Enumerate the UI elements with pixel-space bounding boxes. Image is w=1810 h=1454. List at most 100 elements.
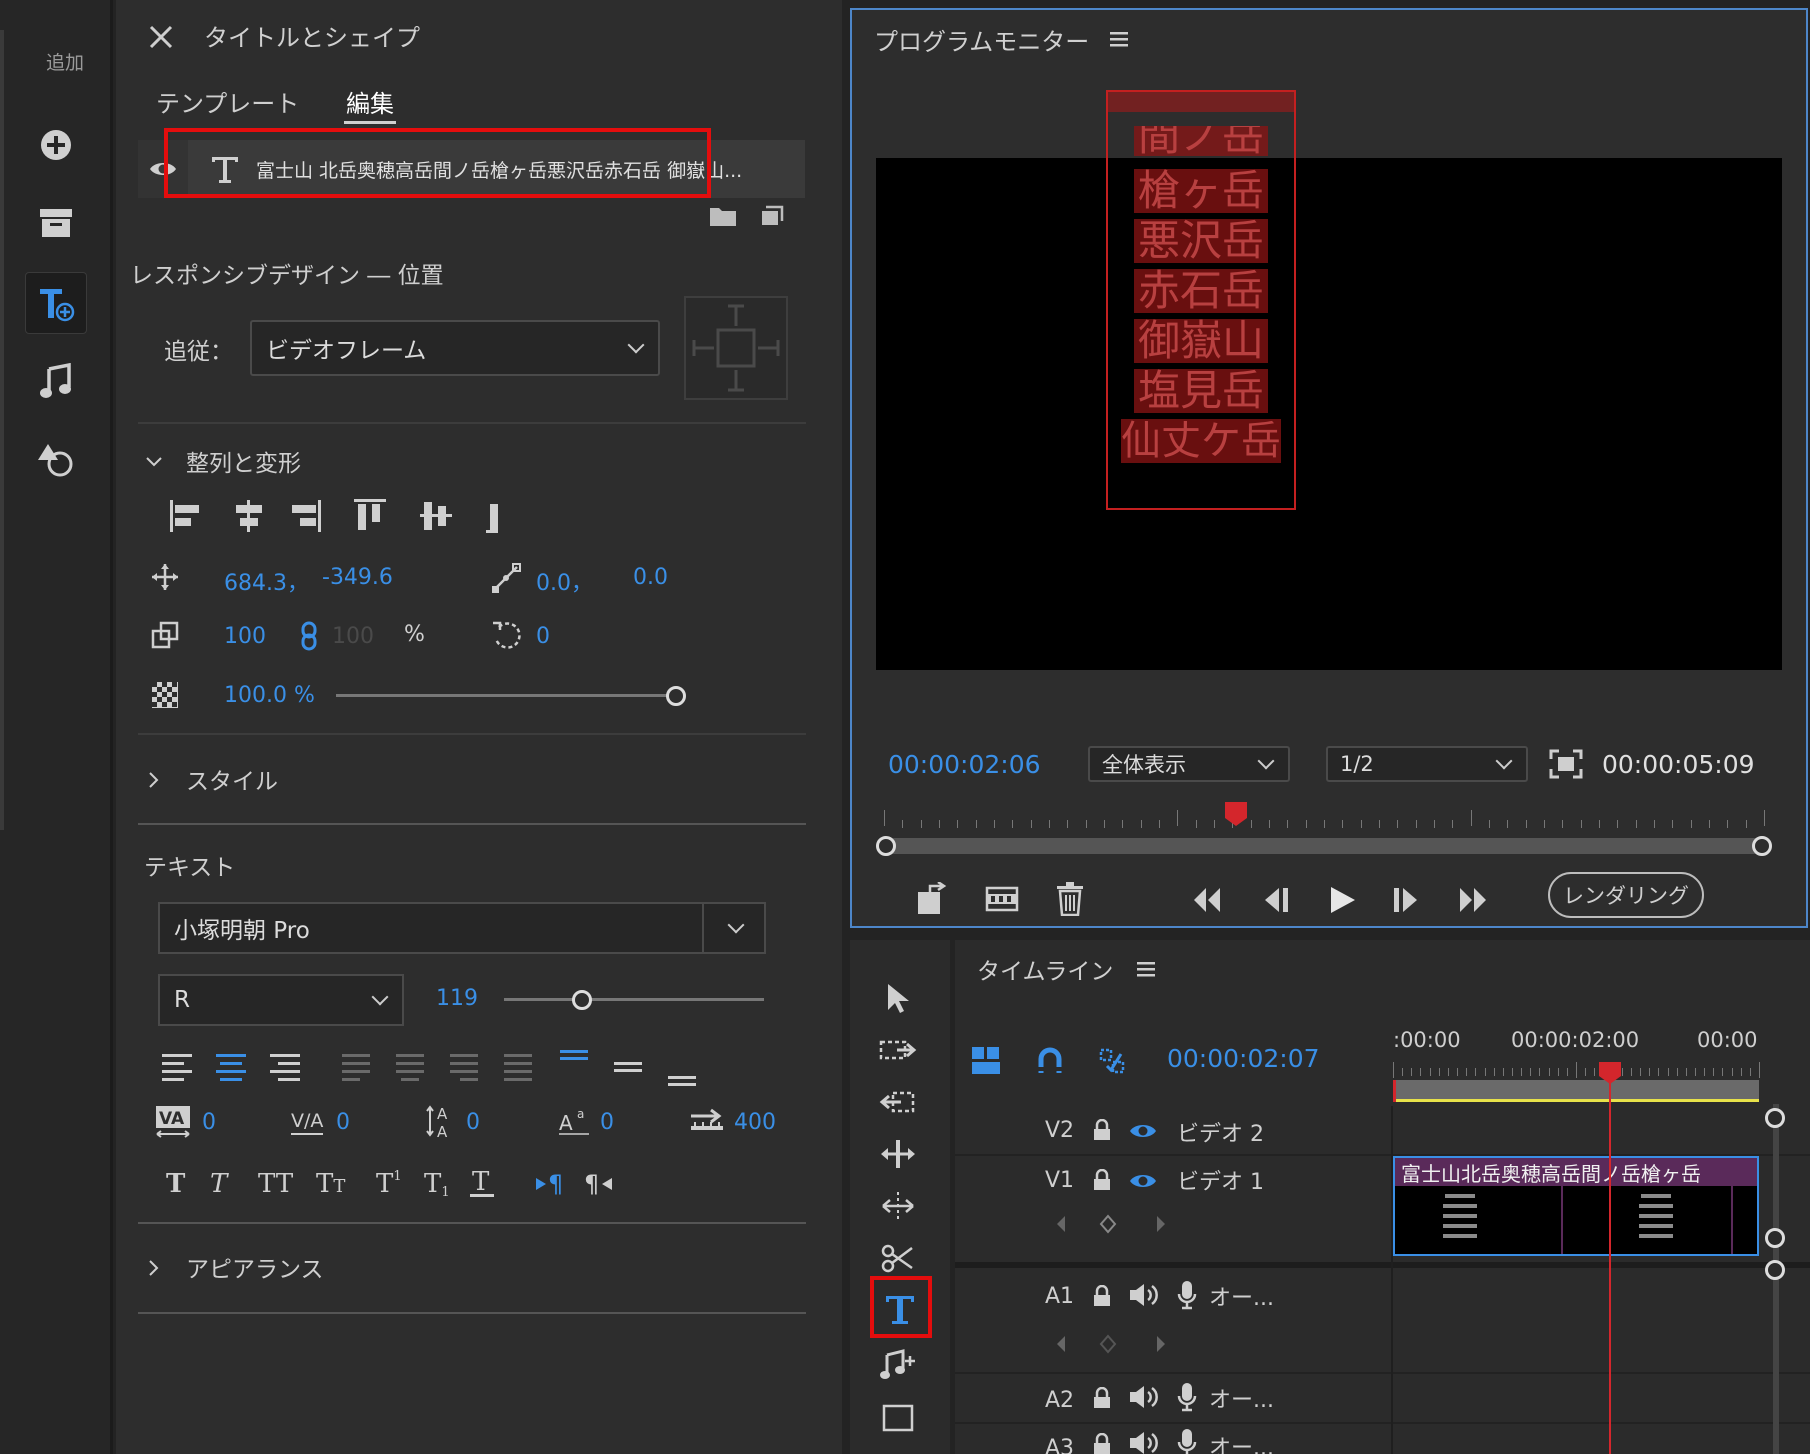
menu-icon[interactable] — [1135, 958, 1157, 980]
ruler-tick — [1704, 1068, 1706, 1076]
track-select-forward-icon[interactable] — [876, 1030, 920, 1070]
anchor-x-value[interactable]: 0.0， — [536, 565, 593, 597]
go-to-in-icon[interactable] — [1188, 882, 1228, 918]
leading-value[interactable]: 0 — [466, 1110, 480, 1135]
rectangle-tool-icon[interactable] — [876, 1398, 920, 1438]
position-y-value[interactable]: -349.6 — [322, 565, 393, 590]
scrollbar-handle[interactable] — [1765, 1108, 1785, 1128]
title-overlay[interactable]: 間ノ岳 槍ヶ岳 悪沢岳 赤石岳 御嶽山 塩見岳 仙丈ケ岳 — [1106, 90, 1296, 510]
ruler-tick — [1617, 820, 1619, 828]
lock-icon[interactable] — [1089, 1116, 1115, 1144]
add-audio-tool-icon[interactable] — [876, 1344, 920, 1384]
selection-tool-icon[interactable] — [876, 978, 920, 1018]
next-keyframe-icon — [1157, 1216, 1165, 1232]
microphone-icon[interactable] — [1175, 1380, 1199, 1414]
font-style-dropdown[interactable]: R — [158, 974, 404, 1026]
opacity-slider-track — [336, 694, 676, 697]
prev-keyframe-icon — [1057, 1216, 1065, 1232]
tab-edit[interactable]: 編集 — [346, 84, 394, 119]
font-family-dropdown[interactable]: 小塚明朝 Pro — [158, 902, 704, 954]
anchor-y-value[interactable]: 0.0 — [633, 565, 668, 590]
current-timecode[interactable]: 00:00:02:06 — [888, 750, 1041, 779]
step-forward-icon[interactable] — [1386, 882, 1426, 918]
tracking-value[interactable]: 0 — [336, 1110, 350, 1135]
archive-icon[interactable] — [25, 192, 87, 254]
chevron-right-icon[interactable] — [144, 1256, 164, 1280]
timeline-ruler[interactable] — [1393, 1062, 1760, 1078]
rate-stretch-icon[interactable] — [876, 1186, 920, 1226]
speaker-icon[interactable] — [1127, 1428, 1161, 1454]
scrollbar-handle[interactable] — [1765, 1260, 1785, 1280]
font-size-slider-knob[interactable] — [572, 990, 592, 1010]
link-icon[interactable] — [298, 620, 320, 652]
menu-icon[interactable] — [1108, 28, 1130, 50]
monitor-playhead[interactable] — [1225, 802, 1247, 826]
kerning-value[interactable]: 0 — [202, 1110, 216, 1135]
appearance-heading[interactable]: アピアランス — [186, 1250, 324, 1284]
lock-icon[interactable] — [1089, 1166, 1115, 1194]
close-icon[interactable] — [146, 22, 176, 52]
linked-selection-icon[interactable] — [1095, 1044, 1129, 1078]
trash-icon[interactable] — [1052, 880, 1088, 918]
scrollbar-handle[interactable] — [1765, 1228, 1785, 1248]
microphone-icon[interactable] — [1175, 1278, 1199, 1312]
nest-sequence-icon[interactable] — [969, 1044, 1003, 1078]
timeline-timecode[interactable]: 00:00:02:07 — [1167, 1044, 1320, 1073]
razor-tool-icon[interactable] — [876, 1238, 920, 1278]
render-button[interactable]: レンダリング — [1548, 872, 1704, 918]
eye-icon[interactable] — [1127, 1118, 1159, 1144]
add-text-icon[interactable] — [25, 272, 87, 334]
lift-icon[interactable] — [914, 880, 954, 918]
resolution-dropdown[interactable]: 1/2 — [1326, 746, 1528, 782]
plus-circle-icon[interactable] — [25, 114, 87, 176]
ruler-tick — [1507, 820, 1509, 828]
font-size-value[interactable]: 119 — [436, 986, 478, 1011]
follow-dropdown[interactable]: ビデオフレーム — [250, 320, 660, 376]
leading-icon: AA — [424, 1102, 460, 1140]
rolling-edit-icon[interactable] — [876, 1134, 920, 1174]
justify-last-center-icon — [396, 1054, 424, 1081]
monitor-zoom-bar[interactable] — [886, 838, 1762, 854]
go-to-out-icon[interactable] — [1452, 882, 1492, 918]
zoom-bar-start-handle[interactable] — [876, 836, 896, 856]
new-layer-icon[interactable] — [758, 204, 786, 228]
monitor-ruler[interactable] — [884, 810, 1765, 832]
scale-value[interactable]: 100 — [224, 624, 266, 649]
rotation-value[interactable]: 0 — [536, 624, 550, 649]
snap-icon[interactable] — [1033, 1044, 1067, 1078]
eye-icon[interactable] — [1127, 1168, 1159, 1194]
ripple-edit-icon[interactable] — [876, 1082, 920, 1122]
font-size-slider[interactable] — [504, 988, 774, 1012]
chevron-right-icon[interactable] — [144, 768, 164, 792]
font-family-toggle[interactable] — [704, 902, 766, 954]
speaker-icon[interactable] — [1127, 1382, 1161, 1412]
lock-icon[interactable] — [1089, 1430, 1115, 1454]
replace-shape-icon[interactable] — [25, 428, 87, 490]
opacity-value[interactable]: 100.0 % — [224, 683, 315, 708]
position-x-value[interactable]: 684.3， — [224, 565, 309, 597]
video-clip[interactable]: 富士山北岳奥穂高岳間ノ岳槍ヶ岳 — [1393, 1156, 1759, 1256]
chevron-down-icon[interactable] — [144, 452, 164, 472]
lock-icon[interactable] — [1089, 1384, 1115, 1412]
opacity-slider-knob[interactable] — [666, 686, 686, 706]
speaker-icon[interactable] — [1127, 1280, 1161, 1310]
zoom-dropdown[interactable]: 全体表示 — [1088, 746, 1290, 782]
export-frame-icon[interactable] — [982, 880, 1022, 918]
ruler-tick — [1530, 1068, 1532, 1076]
opacity-slider[interactable] — [336, 684, 686, 708]
music-note-icon[interactable] — [25, 350, 87, 412]
video-frame[interactable] — [876, 158, 1782, 670]
tab-templates[interactable]: テンプレート — [156, 84, 299, 119]
tab-width-value[interactable]: 400 — [734, 1110, 776, 1135]
baseline-shift-value[interactable]: 0 — [600, 1110, 614, 1135]
style-heading[interactable]: スタイル — [186, 762, 278, 796]
step-back-icon[interactable] — [1256, 882, 1296, 918]
folder-icon[interactable] — [708, 204, 738, 228]
fit-frame-icon[interactable] — [1546, 746, 1586, 782]
work-area-bar[interactable] — [1393, 1080, 1759, 1102]
microphone-icon[interactable] — [1175, 1426, 1199, 1454]
play-icon[interactable] — [1322, 882, 1362, 918]
lock-icon[interactable] — [1089, 1282, 1115, 1310]
pin-to-edges-widget[interactable] — [684, 296, 788, 400]
zoom-bar-end-handle[interactable] — [1752, 836, 1772, 856]
